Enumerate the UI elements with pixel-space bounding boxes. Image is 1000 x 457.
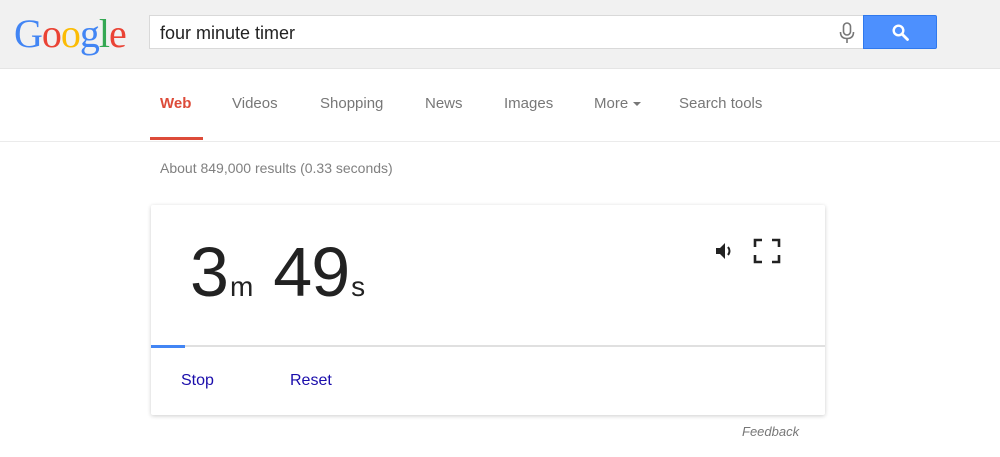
tab-web[interactable]: Web (160, 95, 191, 112)
result-stats: About 849,000 results (0.33 seconds) (160, 160, 393, 176)
search-icon (892, 24, 909, 41)
microphone-icon[interactable] (837, 22, 857, 44)
tab-videos[interactable]: Videos (232, 95, 278, 112)
reset-button[interactable]: Reset (290, 372, 332, 390)
timer-display: 3m 49s (190, 227, 365, 317)
header: Google (0, 0, 1000, 69)
tab-more-label: More (594, 95, 629, 112)
chevron-down-icon (633, 102, 642, 107)
search-box (149, 15, 863, 49)
tab-shopping[interactable]: Shopping (320, 95, 383, 112)
tab-more[interactable]: More (594, 95, 642, 112)
search-input[interactable] (160, 20, 820, 46)
timer-seconds: 49 (273, 233, 350, 311)
timer-minutes: 3 (190, 233, 229, 311)
feedback-link[interactable]: Feedback (742, 424, 799, 439)
logo-letter: e (109, 11, 127, 56)
logo-letter: o (60, 11, 81, 56)
fullscreen-icon[interactable] (753, 238, 781, 269)
timer-seconds-unit: s (351, 271, 366, 302)
tab-news[interactable]: News (425, 95, 463, 112)
logo-letter: o (41, 11, 62, 56)
logo-letter: G (14, 11, 43, 56)
tab-search-tools[interactable]: Search tools (679, 95, 762, 112)
timer-minutes-unit: m (229, 271, 254, 302)
timer-card: 3m 49s Stop Reset (151, 205, 825, 415)
timer-progress-fill (151, 345, 185, 348)
logo-letter: g (79, 11, 100, 56)
google-logo[interactable]: Google (14, 10, 127, 58)
timer-progress-track (151, 345, 825, 348)
speaker-icon[interactable] (714, 241, 736, 266)
logo-letter: l (98, 11, 110, 56)
stop-button[interactable]: Stop (181, 372, 214, 390)
search-tabs: Web Videos Shopping News Images More Sea… (0, 69, 1000, 142)
active-tab-indicator (150, 137, 203, 140)
search-button[interactable] (863, 15, 937, 49)
tab-images[interactable]: Images (504, 95, 553, 112)
